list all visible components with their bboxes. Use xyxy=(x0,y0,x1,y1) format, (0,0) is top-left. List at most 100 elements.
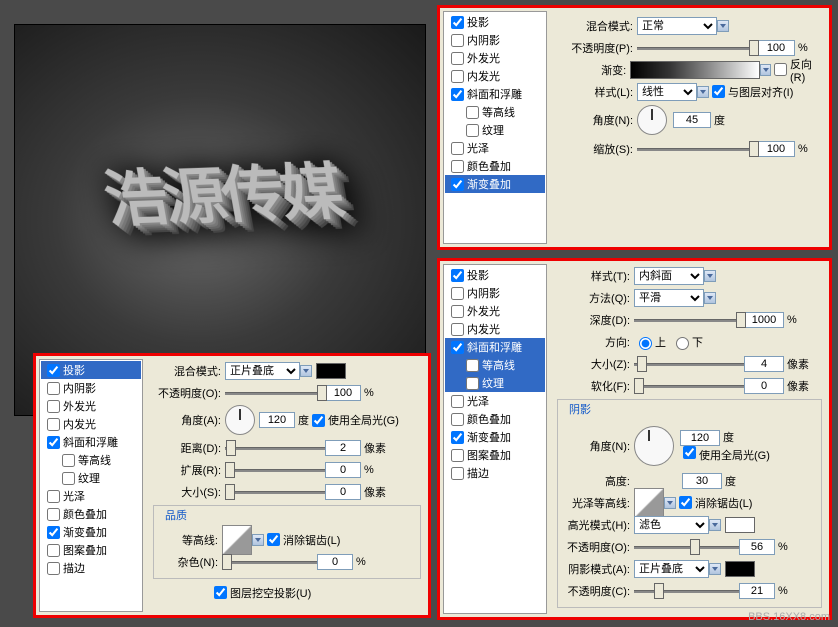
ds-blend[interactable]: 正片叠底 xyxy=(225,362,300,380)
chk-sat[interactable] xyxy=(451,142,464,155)
so-slider[interactable] xyxy=(634,583,739,599)
ds-dist-slider[interactable] xyxy=(225,440,325,456)
chk3-go[interactable] xyxy=(451,431,464,444)
shadow-color2[interactable] xyxy=(725,561,755,577)
chk3-ig[interactable] xyxy=(451,323,464,336)
soft-slider[interactable] xyxy=(634,378,744,394)
chk3-is[interactable] xyxy=(451,287,464,300)
opacity-input[interactable] xyxy=(757,40,795,56)
angle-input[interactable] xyxy=(673,112,711,128)
ho-input[interactable] xyxy=(739,539,775,555)
ds-opac[interactable] xyxy=(325,385,361,401)
chk2-ds[interactable] xyxy=(47,364,60,377)
opacity-slider[interactable] xyxy=(637,40,757,56)
reverse-chk[interactable] xyxy=(774,63,787,76)
chk-co[interactable] xyxy=(451,160,464,173)
gradient-preview[interactable] xyxy=(630,61,760,79)
chk2-og[interactable] xyxy=(47,400,60,413)
alt-input[interactable] xyxy=(682,473,722,489)
chk3-ds[interactable] xyxy=(451,269,464,282)
chk-con[interactable] xyxy=(466,106,479,119)
ds-size-slider[interactable] xyxy=(225,484,325,500)
chk2-is[interactable] xyxy=(47,382,60,395)
gloss-contour[interactable] xyxy=(634,488,664,518)
ds-aa[interactable] xyxy=(267,533,280,546)
bevel-gl[interactable] xyxy=(683,446,696,459)
chk2-co[interactable] xyxy=(47,508,60,521)
knockout-chk[interactable] xyxy=(214,586,227,599)
dir-up[interactable] xyxy=(639,337,652,350)
ds-angle[interactable] xyxy=(259,412,295,428)
chk3-sat[interactable] xyxy=(451,395,464,408)
chk2-be[interactable] xyxy=(47,436,60,449)
gloss-aa[interactable] xyxy=(679,496,692,509)
chk-og[interactable] xyxy=(451,52,464,65)
chk2-po[interactable] xyxy=(47,544,60,557)
dropdown-icon[interactable] xyxy=(704,292,716,304)
chk3-st[interactable] xyxy=(451,467,464,480)
bsize-slider[interactable] xyxy=(634,356,744,372)
ds-opac-slider[interactable] xyxy=(225,385,325,401)
chk3-co[interactable] xyxy=(451,413,464,426)
ds-gl[interactable] xyxy=(312,414,325,427)
grad-style[interactable]: 线性 xyxy=(637,83,697,101)
dropdown-icon[interactable] xyxy=(252,534,264,546)
dir-down[interactable] xyxy=(676,337,689,350)
chk-be[interactable] xyxy=(451,88,464,101)
chk3-po[interactable] xyxy=(451,449,464,462)
bsize-input[interactable] xyxy=(744,356,784,372)
depth-slider[interactable] xyxy=(634,312,744,328)
so-input[interactable] xyxy=(739,583,775,599)
ds-spr-slider[interactable] xyxy=(225,462,325,478)
dropdown-icon[interactable] xyxy=(704,270,716,282)
shadow-color[interactable] xyxy=(316,363,346,379)
chk-ig[interactable] xyxy=(451,70,464,83)
scale-slider[interactable] xyxy=(637,141,757,157)
bevel-tech[interactable]: 平滑 xyxy=(634,289,704,307)
soft-input[interactable] xyxy=(744,378,784,394)
dropdown-icon[interactable] xyxy=(709,519,721,531)
chk2-go[interactable] xyxy=(47,526,60,539)
chk-ds[interactable] xyxy=(451,16,464,29)
chk3-con[interactable] xyxy=(466,359,479,372)
angle-dial[interactable] xyxy=(637,105,667,135)
chk2-sat[interactable] xyxy=(47,490,60,503)
align-chk[interactable] xyxy=(712,85,725,98)
chk3-og[interactable] xyxy=(451,305,464,318)
ds-angle-dial[interactable] xyxy=(225,405,255,435)
ds-size[interactable] xyxy=(325,484,361,500)
gradient-picker-icon[interactable] xyxy=(760,64,771,76)
chk2-st[interactable] xyxy=(47,562,60,575)
chk2-con[interactable] xyxy=(62,454,75,467)
chk3-be[interactable] xyxy=(451,341,464,354)
ds-spr[interactable] xyxy=(325,462,361,478)
highlight-mode[interactable]: 滤色 xyxy=(634,516,709,534)
shadow-mode[interactable]: 正片叠底 xyxy=(634,560,709,578)
style-list-3[interactable]: 投影 内阴影 外发光 内发光 斜面和浮雕 等高线 纹理 光泽 颜色叠加 渐变叠加… xyxy=(443,264,547,614)
dropdown-icon[interactable] xyxy=(300,365,312,377)
chk2-tex[interactable] xyxy=(62,472,75,485)
scale-input[interactable] xyxy=(757,141,795,157)
chk3-tex[interactable] xyxy=(466,377,479,390)
noise-slider[interactable] xyxy=(222,554,317,570)
blend-mode[interactable]: 正常 xyxy=(637,17,717,35)
ho-slider[interactable] xyxy=(634,539,739,555)
style-list-1[interactable]: 投影 内阴影 外发光 内发光 斜面和浮雕 等高线 纹理 光泽 颜色叠加 渐变叠加 xyxy=(443,11,547,244)
ds-dist[interactable] xyxy=(325,440,361,456)
chk2-ig[interactable] xyxy=(47,418,60,431)
noise-input[interactable] xyxy=(317,554,353,570)
depth-input[interactable] xyxy=(744,312,784,328)
chk-is[interactable] xyxy=(451,34,464,47)
dropdown-icon[interactable] xyxy=(717,20,729,32)
style-list-2[interactable]: 投影 内阴影 外发光 内发光 斜面和浮雕 等高线 纹理 光泽 颜色叠加 渐变叠加… xyxy=(39,359,143,612)
bevel-angle-dial[interactable] xyxy=(634,426,674,466)
contour-picker[interactable] xyxy=(222,525,252,555)
bangle-input[interactable] xyxy=(680,430,720,446)
chk-go[interactable] xyxy=(451,178,464,191)
highlight-color[interactable] xyxy=(725,517,755,533)
chk-tex[interactable] xyxy=(466,124,479,137)
dropdown-icon[interactable] xyxy=(709,563,721,575)
bevel-style[interactable]: 内斜面 xyxy=(634,267,704,285)
dropdown-icon[interactable] xyxy=(697,86,709,98)
dropdown-icon[interactable] xyxy=(664,497,676,509)
